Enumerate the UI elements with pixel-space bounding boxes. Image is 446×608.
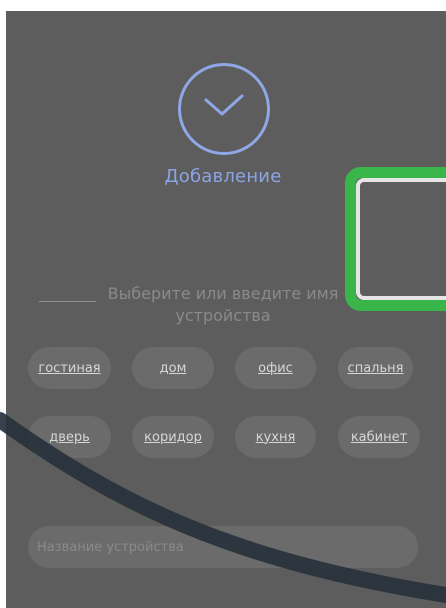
chip-office[interactable]: офис xyxy=(235,347,316,389)
checkmark-circle-icon xyxy=(178,63,270,155)
chip-corridor[interactable]: коридор xyxy=(132,416,214,458)
device-name-input[interactable] xyxy=(28,526,418,568)
page-title: Добавление xyxy=(164,166,282,187)
chip-living-room[interactable]: гостиная xyxy=(28,347,111,389)
chip-door[interactable]: дверь xyxy=(28,416,111,458)
chip-home[interactable]: дом xyxy=(132,347,214,389)
chip-bedroom[interactable]: спальня xyxy=(338,347,413,389)
chip-study[interactable]: кабинет xyxy=(338,416,420,458)
chip-kitchen[interactable]: кухня xyxy=(235,416,316,458)
divider-left xyxy=(39,301,96,302)
device-name-prompt: Выберите или введите имя устройства xyxy=(107,284,339,325)
add-device-screen: Добавление Выберите или введите имя устр… xyxy=(6,11,446,608)
divider-right xyxy=(378,301,408,302)
